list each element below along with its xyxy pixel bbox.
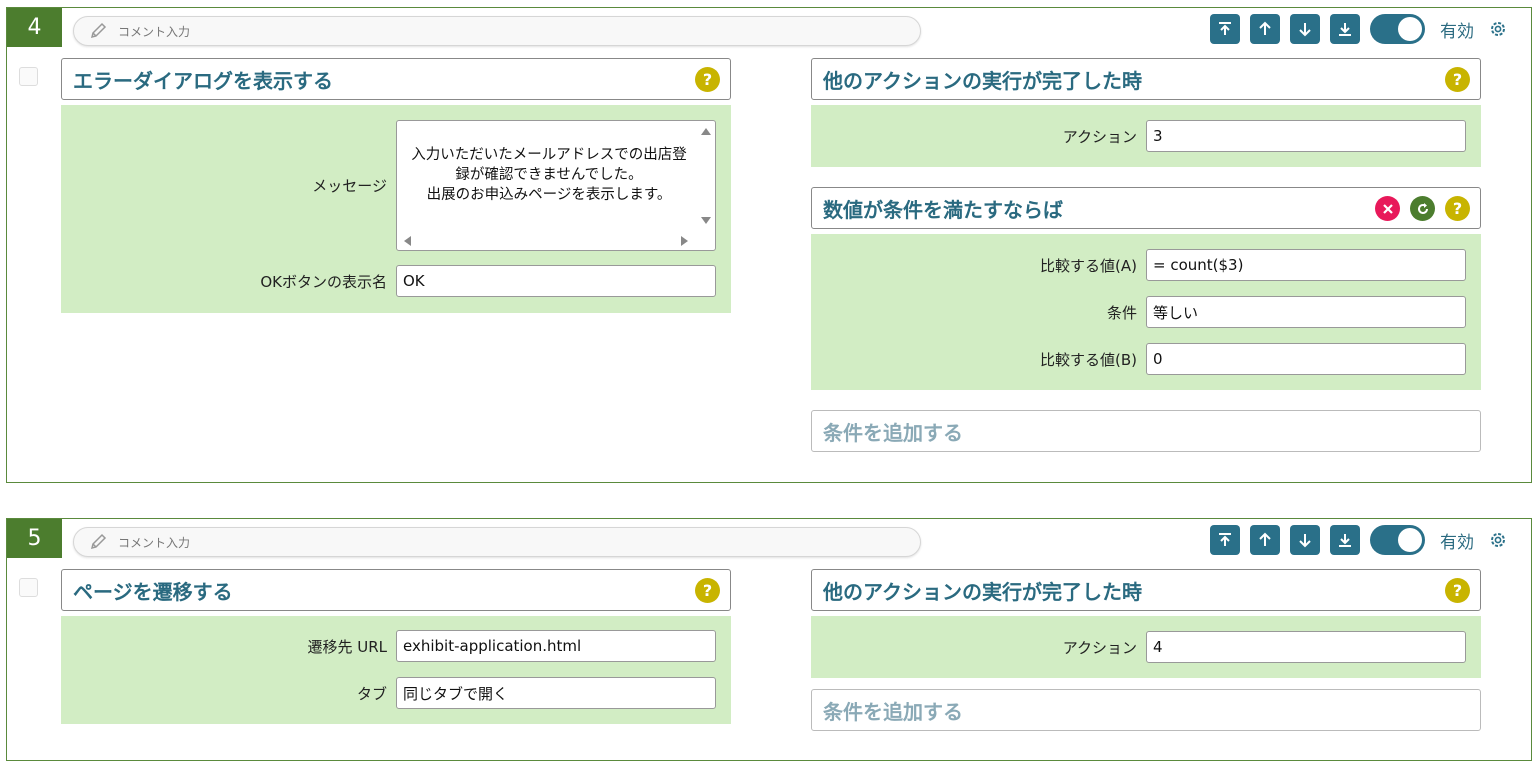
comment-placeholder: コメント入力 [118, 535, 191, 550]
delete-condition-button[interactable] [1375, 196, 1400, 221]
url-label: 遷移先 URL [307, 637, 387, 656]
trigger-title: 他のアクションの実行が完了した時 ? [811, 58, 1481, 100]
compare-b-input[interactable]: 0 [1146, 343, 1466, 375]
move-bottom-button[interactable] [1330, 525, 1360, 555]
move-top-button[interactable] [1210, 14, 1240, 44]
message-label: メッセージ [312, 176, 387, 195]
select-checkbox[interactable] [19, 67, 38, 86]
arrow-up-icon [1259, 21, 1271, 35]
comment-input[interactable]: コメント入力 [73, 527, 921, 557]
action-title-text: ページを遷移する [73, 579, 233, 604]
message-line: 録が確認できませんでした。 [455, 167, 643, 183]
move-top-button[interactable] [1210, 525, 1240, 555]
action-title-text: エラーダイアログを表示する [73, 68, 333, 93]
move-bottom-button[interactable] [1330, 14, 1360, 44]
trigger-title-text: 他のアクションの実行が完了した時 [823, 68, 1142, 93]
gear-icon [1491, 533, 1505, 547]
toggle-knob [1398, 17, 1422, 41]
reset-icon [1417, 202, 1428, 214]
scroll-up-icon[interactable] [700, 126, 712, 136]
add-condition-button[interactable]: 条件を追加する [811, 410, 1481, 452]
condition-title-text: 数値が条件を満たすならば [823, 197, 1063, 222]
trigger-title-text: 他のアクションの実行が完了した時 [823, 579, 1142, 604]
gear-icon [1491, 22, 1505, 36]
reset-condition-button[interactable] [1410, 196, 1435, 221]
trigger-action-input[interactable]: 4 [1146, 631, 1466, 663]
help-icon[interactable]: ? [1445, 67, 1470, 92]
ok-input[interactable]: OK [396, 265, 716, 297]
arrow-to-bottom-icon [1339, 23, 1351, 36]
arrow-to-top-icon [1219, 533, 1231, 546]
arrow-down-icon [1299, 534, 1311, 548]
enabled-label: 有効 [1440, 21, 1474, 42]
condition-body: 比較する値(A) = count($3) 条件 等しい 比較する値(B) 0 [811, 234, 1481, 390]
card-toolbar: 有効 [1210, 14, 1508, 44]
move-up-button[interactable] [1250, 525, 1280, 555]
help-icon[interactable]: ? [1445, 196, 1470, 221]
comment-input[interactable]: コメント入力 [73, 16, 921, 46]
trigger-body: アクション 3 [811, 105, 1481, 167]
move-down-button[interactable] [1290, 525, 1320, 555]
move-up-button[interactable] [1250, 14, 1280, 44]
enabled-toggle[interactable] [1370, 525, 1425, 555]
trigger-block: 他のアクションの実行が完了した時 ? アクション 3 [811, 58, 1481, 167]
tab-label: タブ [356, 684, 387, 703]
step-number: 5 [7, 519, 62, 558]
compare-b-label: 比較する値(B) [1040, 350, 1137, 369]
scroll-down-icon[interactable] [700, 216, 712, 226]
trigger-action-label: アクション [1062, 638, 1137, 657]
message-line: 出展のお申込みページを表示します。 [426, 187, 672, 203]
settings-button[interactable] [1488, 530, 1508, 550]
action-card-4: 4 コメント入力 有効 エラーダイアログを表示する ? メッセージ 入力いただい… [6, 7, 1532, 483]
condition-select[interactable]: 等しい [1146, 296, 1466, 328]
ok-label: OKボタンの表示名 [260, 272, 387, 291]
action-block: エラーダイアログを表示する ? メッセージ 入力いただいたメールアドレスでの出店… [61, 58, 731, 313]
compare-a-input[interactable]: = count($3) [1146, 249, 1466, 281]
action-title: ページを遷移する ? [61, 569, 731, 611]
condition-block: 数値が条件を満たすならば ? 比較する値(A) = count($3) 条件 等… [811, 187, 1481, 390]
select-checkbox[interactable] [19, 578, 38, 597]
action-body: 遷移先 URL exhibit-application.html タブ 同じタブ… [61, 616, 731, 724]
arrow-up-icon [1259, 532, 1271, 546]
settings-button[interactable] [1488, 19, 1508, 39]
trigger-body: アクション 4 [811, 616, 1481, 678]
action-title: エラーダイアログを表示する ? [61, 58, 731, 100]
tab-select[interactable]: 同じタブで開く [396, 677, 716, 709]
card-toolbar: 有効 [1210, 525, 1508, 555]
trigger-action-label: アクション [1062, 127, 1137, 146]
scroll-right-icon[interactable] [680, 235, 690, 247]
action-card-5: 5 コメント入力 有効 ページを遷移する ? 遷移先 URL exhibit-a… [6, 518, 1532, 761]
move-down-button[interactable] [1290, 14, 1320, 44]
compare-a-label: 比較する値(A) [1040, 256, 1137, 275]
arrow-to-bottom-icon [1339, 534, 1351, 547]
delete-icon [1382, 203, 1393, 214]
add-condition-button[interactable]: 条件を追加する [811, 689, 1481, 731]
comment-placeholder: コメント入力 [118, 24, 191, 39]
message-text: 入力いただいたメールアドレスでの出店登 録が確認できませんでした。 出展のお申込… [401, 145, 697, 205]
step-number: 4 [7, 8, 62, 47]
message-line: 入力いただいたメールアドレスでの出店登 [411, 147, 687, 163]
enabled-toggle[interactable] [1370, 14, 1425, 44]
scroll-left-icon[interactable] [402, 235, 412, 247]
help-icon[interactable]: ? [695, 578, 720, 603]
pencil-icon [90, 22, 107, 39]
message-textarea[interactable]: 入力いただいたメールアドレスでの出店登 録が確認できませんでした。 出展のお申込… [396, 120, 716, 251]
help-icon[interactable]: ? [1445, 578, 1470, 603]
trigger-block: 他のアクションの実行が完了した時 ? アクション 4 [811, 569, 1481, 678]
action-block: ページを遷移する ? 遷移先 URL exhibit-application.h… [61, 569, 731, 724]
condition-title: 数値が条件を満たすならば ? [811, 187, 1481, 229]
toggle-knob [1398, 528, 1422, 552]
arrow-to-top-icon [1219, 22, 1231, 35]
pencil-icon [90, 533, 107, 550]
trigger-action-input[interactable]: 3 [1146, 120, 1466, 152]
help-icon[interactable]: ? [695, 67, 720, 92]
enabled-label: 有効 [1440, 532, 1474, 553]
condition-label: 条件 [1106, 303, 1137, 322]
arrow-down-icon [1299, 23, 1311, 37]
trigger-title: 他のアクションの実行が完了した時 ? [811, 569, 1481, 611]
action-body: メッセージ 入力いただいたメールアドレスでの出店登 録が確認できませんでした。 … [61, 105, 731, 313]
url-input[interactable]: exhibit-application.html [396, 630, 716, 662]
